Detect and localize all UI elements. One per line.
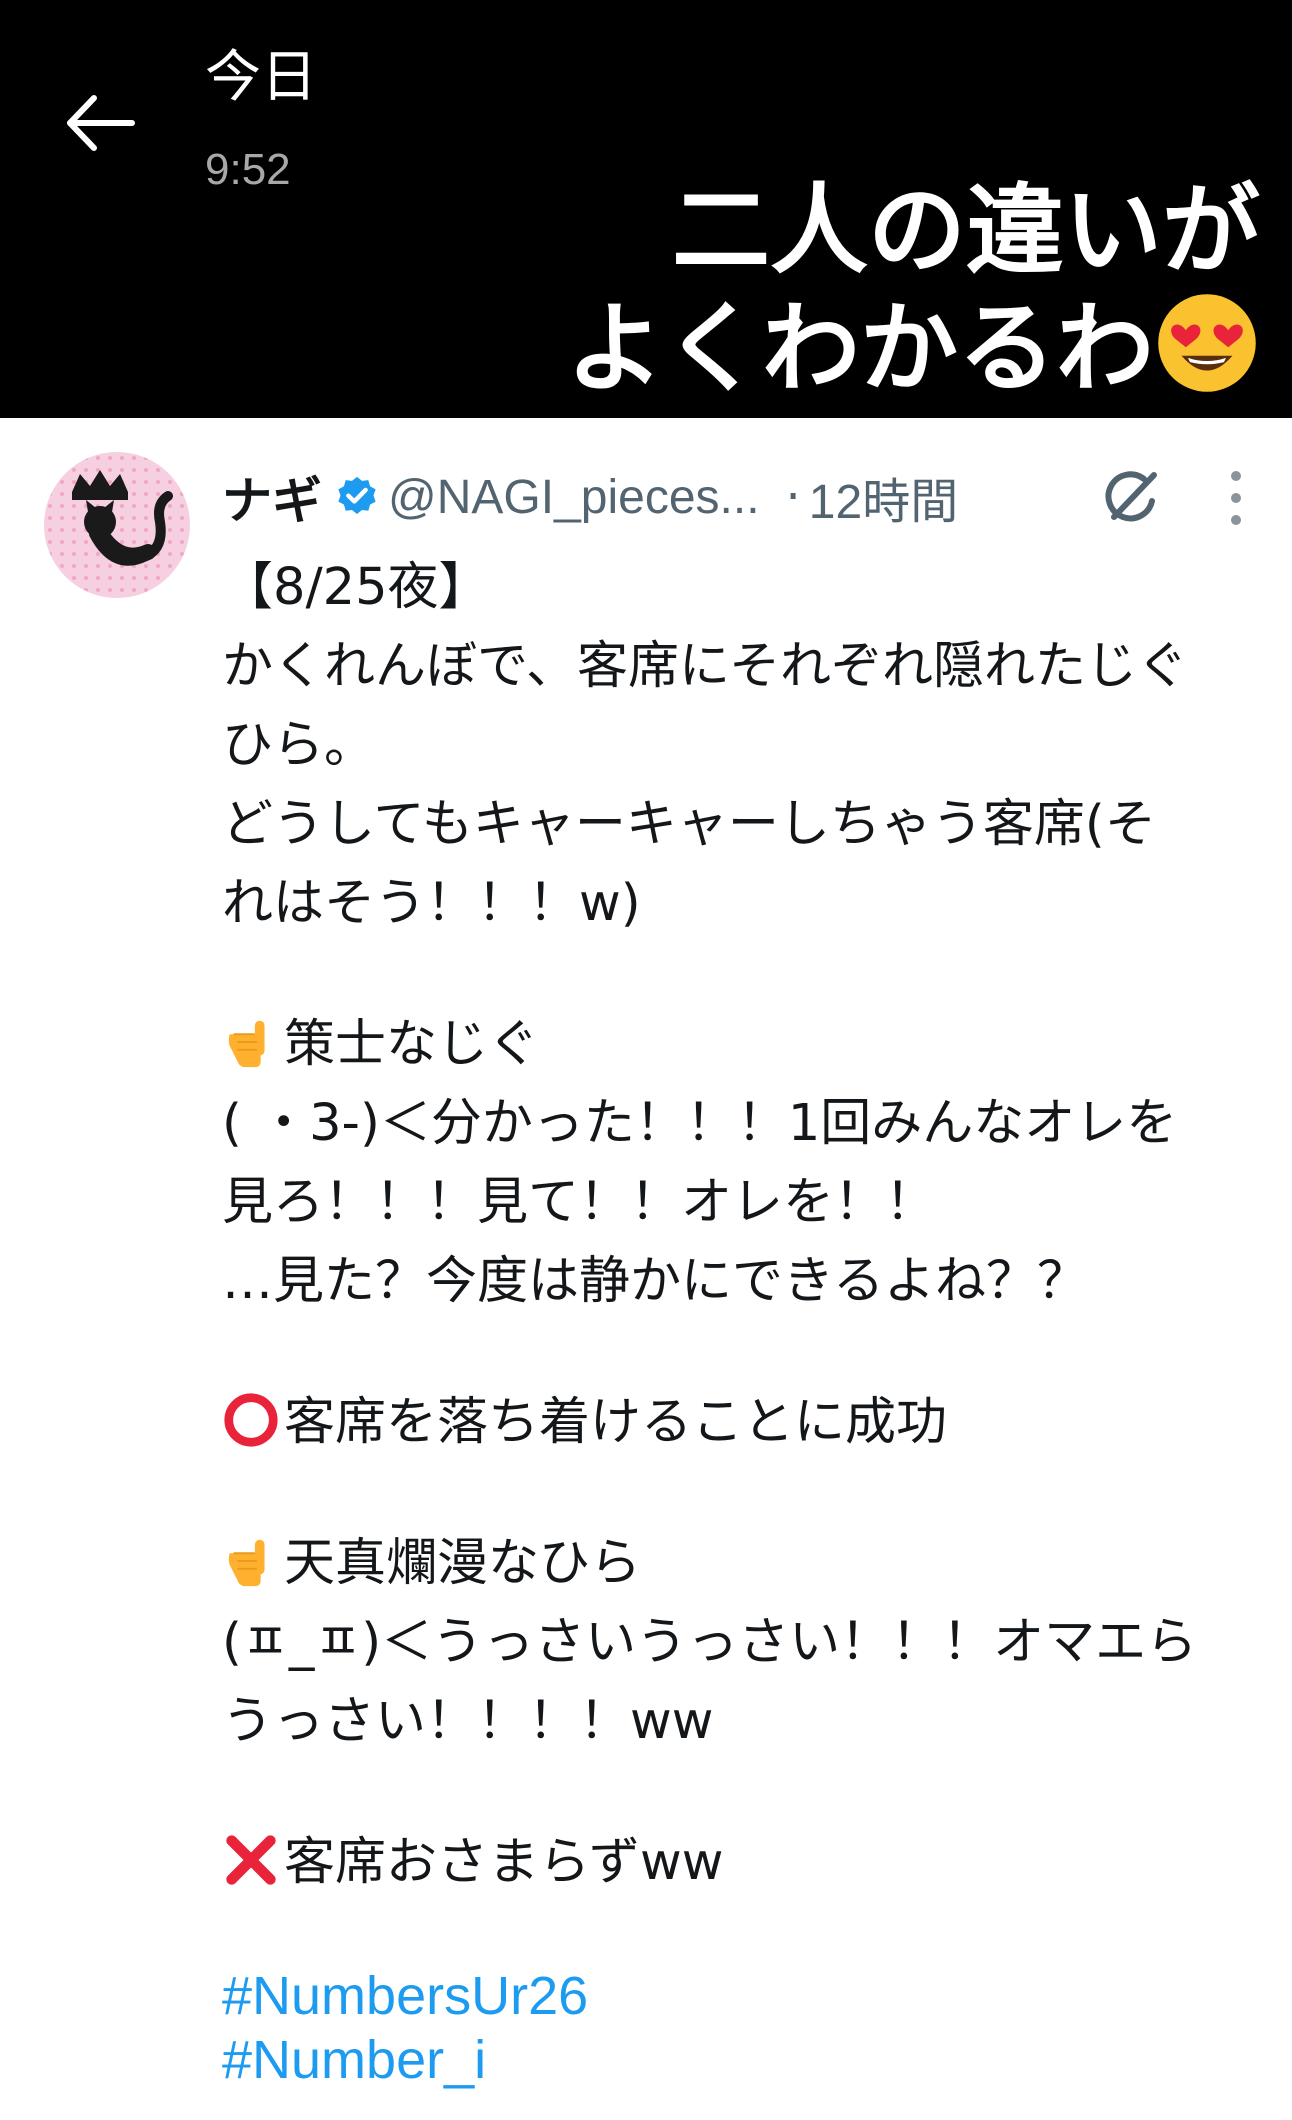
innocent-heading: 天真爛漫なひら [284, 1534, 642, 1593]
pointing-down-emoji-icon [228, 1539, 265, 1587]
strategist-heading: 策士なじぐ [284, 1015, 540, 1074]
tweet-line: れはそう！！！w) [222, 874, 641, 933]
success-text: 客席を落ち着けることに成功 [284, 1393, 948, 1452]
tweet-line: 客席おさまらずww [222, 1823, 1272, 1902]
hashtag-link[interactable]: #NumbersUr26 [222, 1964, 1272, 2028]
tweet-age[interactable]: 12時間 [809, 462, 958, 532]
tweet-line: 見ろ！！！見て！！オレを！！ [222, 1173, 937, 1232]
tweet-line: …見た？今度は静かにできるよね？？ [222, 1252, 1088, 1311]
cross-mark-emoji-icon [226, 1835, 276, 1885]
avatar-cat-crown-image [44, 452, 190, 598]
hashtag-link[interactable]: #Number_i [222, 2028, 1272, 2092]
tweet-line: どうしてもキャーキャーしちゃう客席(そ [222, 795, 1156, 854]
caption-line-1: 二人の違いが [671, 174, 1260, 288]
tweet-text: 【8/25夜】 かくれんぼで、客席にそれぞれ隠れたじぐ ひら。 どうしてもキャー… [222, 548, 1272, 2092]
grok-button[interactable] [1100, 465, 1164, 529]
author-display-name[interactable]: ナギ [222, 461, 322, 533]
red-circle-emoji-icon [224, 1393, 278, 1447]
tweet-line: ( ・3-)＜分かった！！！1回みんなオレを [222, 1094, 1178, 1153]
author-handle[interactable]: @NAGI_pieces... [388, 470, 760, 525]
overlay-caption: 二人の違いが よくわかるわ [500, 172, 1260, 408]
tweet-line: ひら。 [222, 716, 376, 775]
tweet-line: 【8/25夜】 [222, 558, 490, 617]
caption-line-2: よくわかるわ [500, 290, 1260, 408]
back-button[interactable] [60, 88, 150, 158]
more-options-button[interactable] [1224, 468, 1248, 528]
more-vertical-icon [1231, 471, 1241, 525]
back-arrow-icon [67, 95, 135, 151]
separator-dot: · [785, 469, 801, 525]
header-time: 9:52 [205, 145, 291, 194]
grok-icon [1105, 471, 1157, 522]
fail-text: 客席おさまらずww [284, 1833, 724, 1892]
verified-badge-icon [338, 476, 376, 515]
tweet-line: 策士なじぐ [222, 1005, 1272, 1084]
tweet-line: 客席を落ち着けることに成功 [222, 1383, 1272, 1462]
top-bar: 今日 9:52 二人の違いが よくわかるわ [0, 0, 1292, 418]
caption-line-2-text: よくわかるわ [565, 292, 1154, 406]
tweet-line: かくれんぼで、客席にそれぞれ隠れたじぐ [222, 637, 1188, 696]
tweet-line: (ㅍ_ㅍ)＜うっさいうっさい！！！オマエら [222, 1613, 1198, 1672]
author-avatar[interactable] [44, 452, 190, 598]
tweet-line: うっさい！！！！ww [222, 1692, 714, 1751]
pointing-down-emoji-icon [228, 1020, 265, 1068]
tweet-line: 天真爛漫なひら [222, 1524, 1272, 1603]
heart-eyes-emoji-icon [1158, 294, 1256, 392]
header-title: 今日 [205, 45, 317, 110]
